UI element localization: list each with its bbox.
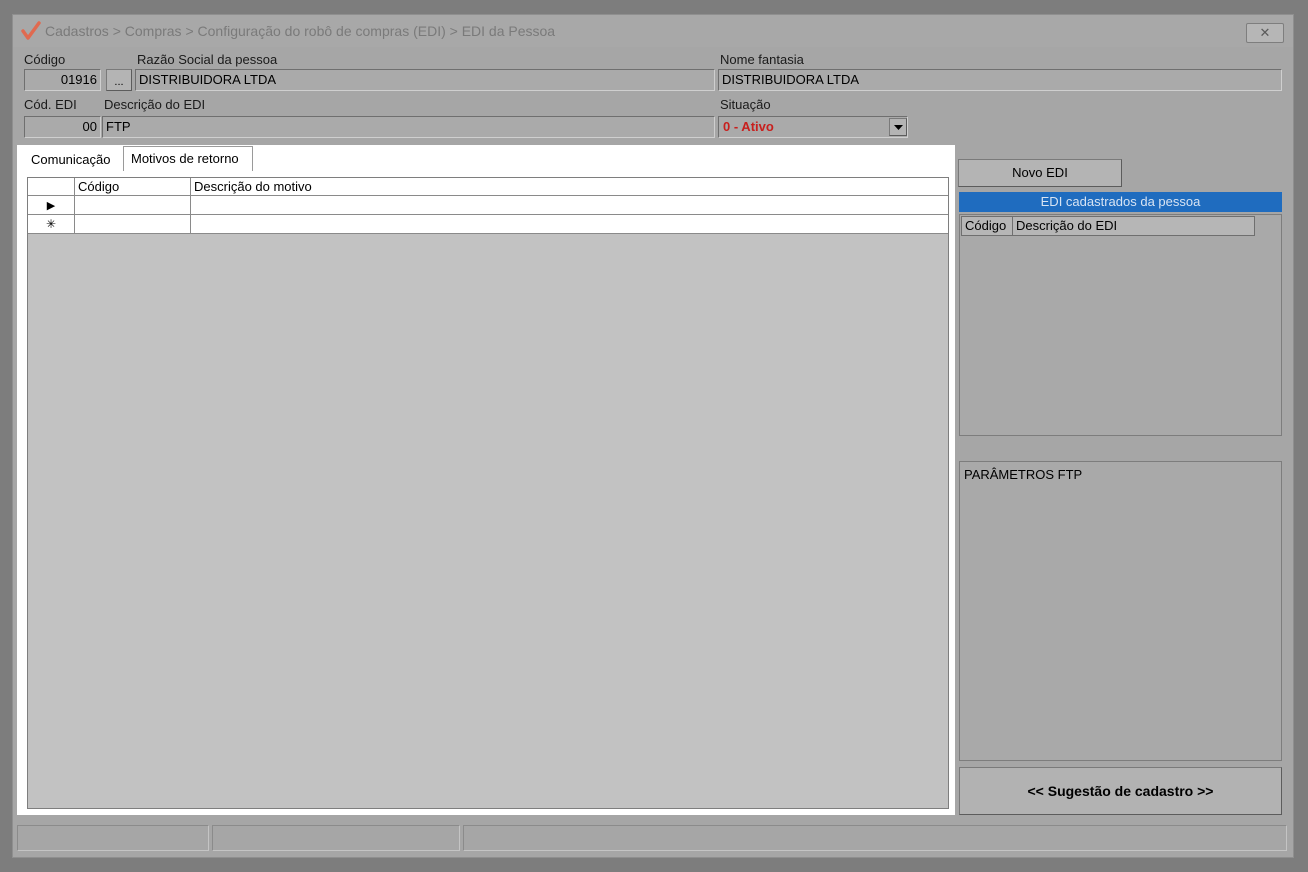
codigo-field[interactable]: 01916 xyxy=(24,69,101,91)
ftp-params-box[interactable]: PARÂMETROS FTP xyxy=(959,461,1282,761)
edi-list-column-codigo[interactable]: Código xyxy=(961,216,1013,236)
tab-comunicacao[interactable]: Comunicação xyxy=(31,150,111,170)
cod-edi-field[interactable]: 00 xyxy=(24,116,101,138)
situacao-value: 0 - Ativo xyxy=(723,119,774,134)
codigo-label: Código xyxy=(24,52,66,67)
situacao-dropdown-button[interactable] xyxy=(889,118,907,136)
status-bar-panel xyxy=(212,825,460,851)
tab-motivos-de-retorno[interactable]: Motivos de retorno xyxy=(123,146,253,171)
title-bar: Cadastros > Compras > Configuração do ro… xyxy=(13,15,1293,47)
edi-list-title: EDI cadastrados da pessoa xyxy=(959,192,1282,212)
grid-cell-descricao[interactable] xyxy=(191,215,948,234)
descricao-edi-field[interactable]: FTP xyxy=(102,116,715,138)
razao-social-field[interactable]: DISTRIBUIDORA LTDA xyxy=(135,69,715,91)
status-bar-panel xyxy=(17,825,209,851)
close-button[interactable]: ✕ xyxy=(1246,23,1284,43)
close-icon: ✕ xyxy=(1259,25,1271,40)
lookup-person-button[interactable]: ... xyxy=(106,69,132,91)
novo-edi-button[interactable]: Novo EDI xyxy=(958,159,1122,187)
ftp-params-label: PARÂMETROS FTP xyxy=(964,467,1083,482)
situacao-label: Situação xyxy=(720,97,771,112)
app-logo-check-icon xyxy=(21,21,41,40)
grid-cell-codigo[interactable] xyxy=(75,196,191,215)
motivos-grid[interactable]: Código Descrição do motivo ▶ ✳ xyxy=(27,177,949,809)
status-bar-panel xyxy=(463,825,1287,851)
grid-corner-header xyxy=(28,178,75,196)
edi-list-column-descricao[interactable]: Descrição do EDI xyxy=(1012,216,1255,236)
nome-fantasia-field[interactable]: DISTRIBUIDORA LTDA xyxy=(718,69,1282,91)
grid-row-current-marker[interactable]: ▶ xyxy=(28,196,75,215)
grid-row-new-marker[interactable]: ✳ xyxy=(28,215,75,234)
grid-column-header-codigo[interactable]: Código xyxy=(75,178,191,196)
new-row-asterisk-icon: ✳ xyxy=(45,217,57,231)
razao-social-label: Razão Social da pessoa xyxy=(137,52,278,67)
chevron-down-icon xyxy=(894,125,903,130)
edi-list[interactable]: Código Descrição do EDI xyxy=(959,214,1282,436)
tab-panel: Comunicação Motivos de retorno Código De… xyxy=(17,145,955,815)
grid-cell-codigo[interactable] xyxy=(75,215,191,234)
window-breadcrumb: Cadastros > Compras > Configuração do ro… xyxy=(45,23,556,39)
nome-fantasia-label: Nome fantasia xyxy=(720,52,804,67)
grid-cell-descricao[interactable] xyxy=(191,196,948,215)
main-window: Cadastros > Compras > Configuração do ro… xyxy=(12,14,1294,858)
descricao-edi-label: Descrição do EDI xyxy=(104,97,206,112)
sugestao-cadastro-button[interactable]: << Sugestão de cadastro >> xyxy=(959,767,1282,815)
situacao-select[interactable]: 0 - Ativo xyxy=(718,116,908,138)
cod-edi-label: Cód. EDI xyxy=(24,97,77,112)
grid-column-header-descricao[interactable]: Descrição do motivo xyxy=(191,178,948,196)
row-pointer-icon: ▶ xyxy=(46,200,56,212)
